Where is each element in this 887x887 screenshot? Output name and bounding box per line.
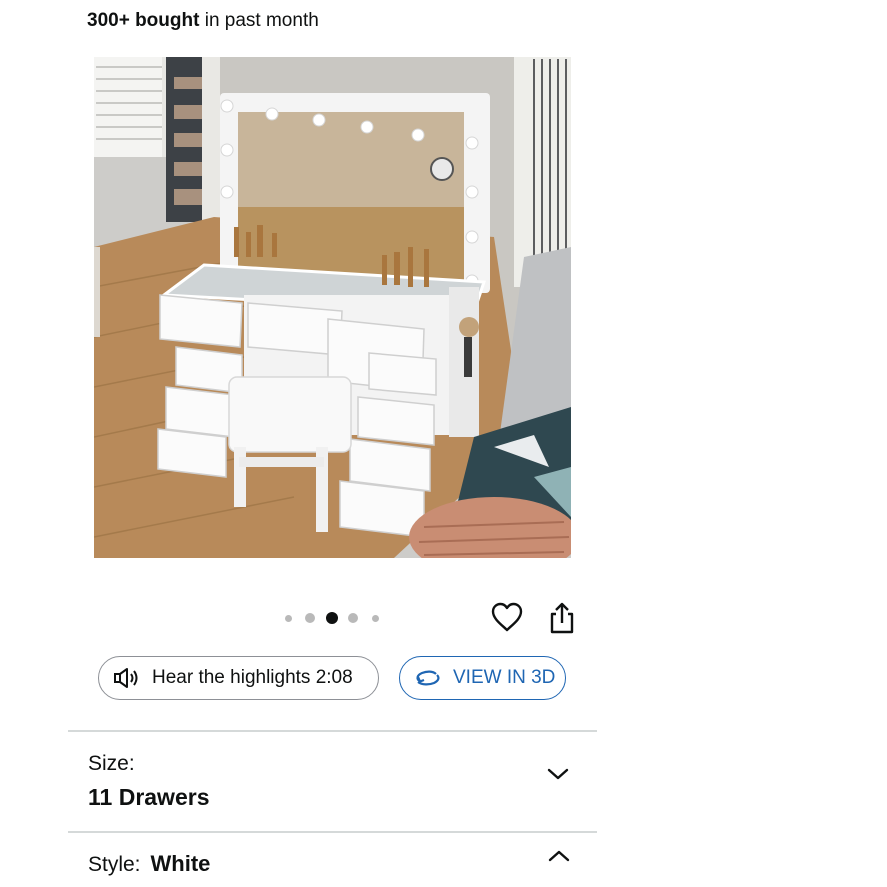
hear-highlights-label: Hear the highlights 2:08 [152,667,353,688]
chevron-up-icon[interactable] [547,848,571,864]
carousel-dot-1[interactable] [285,615,292,622]
view-in-3d-button[interactable]: VIEW IN 3D [399,656,566,700]
bought-in-past-month: 300+ bought in past month [87,9,319,33]
carousel-dot-3-active[interactable] [326,612,338,624]
heart-icon[interactable] [490,601,524,633]
bought-count: 300+ bought [87,10,200,31]
chevron-down-icon[interactable] [546,766,570,782]
bought-suffix: in past month [204,10,319,31]
divider-top [68,730,597,732]
style-row[interactable]: Style: White [88,850,210,879]
speaker-icon [114,668,138,688]
rotate-3d-icon [416,670,440,686]
hear-highlights-button[interactable]: Hear the highlights 2:08 [98,656,379,700]
divider-middle [68,831,597,833]
size-label: Size: [88,752,135,775]
product-image[interactable] [94,57,571,558]
style-value: White [150,851,211,876]
view-in-3d-label: VIEW IN 3D [453,667,556,688]
style-label: Style: [88,853,141,876]
carousel-dot-5[interactable] [372,615,379,622]
carousel-dot-2[interactable] [305,613,315,623]
size-value[interactable]: 11 Drawers [88,783,209,811]
share-icon[interactable] [546,601,578,635]
carousel-dot-4[interactable] [348,613,358,623]
